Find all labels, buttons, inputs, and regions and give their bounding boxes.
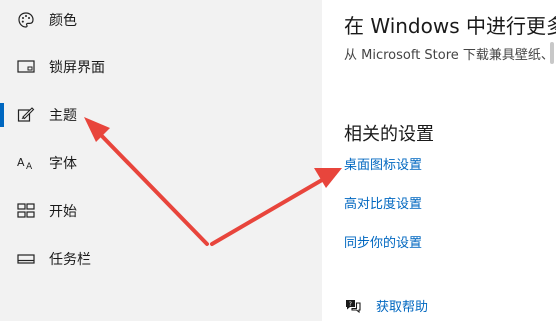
get-help-label: 获取帮助 — [376, 300, 429, 315]
sidebar-item-lock-screen[interactable]: 锁屏界面 — [0, 47, 322, 87]
lock-screen-icon — [16, 57, 36, 77]
sidebar-item-colors[interactable]: 颜色 — [0, 0, 322, 40]
svg-text:A: A — [17, 156, 25, 169]
svg-text:A: A — [26, 162, 33, 172]
sidebar-item-themes[interactable]: 主题 — [0, 95, 322, 135]
sidebar-item-start[interactable]: 开始 — [0, 191, 322, 231]
help-chat-icon: ? — [344, 298, 362, 314]
theme-brush-icon — [16, 105, 36, 125]
sidebar-item-label: 颜色 — [49, 13, 77, 29]
settings-sidebar: 颜色 锁屏界面 主题 A A 字体 开始 任务栏 — [0, 0, 322, 321]
scrollbar[interactable] — [550, 42, 554, 64]
sidebar-item-fonts[interactable]: A A 字体 — [0, 143, 322, 183]
get-help-link[interactable]: ? 获取帮助 — [344, 296, 428, 315]
start-tiles-icon — [16, 201, 36, 221]
sidebar-item-label: 主题 — [49, 108, 77, 124]
sidebar-item-label: 任务栏 — [49, 252, 91, 268]
svg-text:?: ? — [349, 300, 352, 307]
related-settings-title: 相关的设置 — [344, 124, 434, 145]
sidebar-item-label: 字体 — [49, 156, 77, 172]
palette-icon — [16, 10, 36, 30]
settings-content: 在 Windows 中进行更多 从 Microsoft Store 下载兼具壁纸… — [322, 0, 556, 321]
desktop-icon-settings-link[interactable]: 桌面图标设置 — [344, 154, 422, 173]
font-icon: A A — [16, 153, 36, 173]
taskbar-icon — [16, 249, 36, 269]
sidebar-item-taskbar[interactable]: 任务栏 — [0, 239, 322, 279]
sync-settings-link[interactable]: 同步你的设置 — [344, 232, 422, 251]
sidebar-item-label: 锁屏界面 — [49, 60, 105, 76]
page-description: 从 Microsoft Store 下载兼具壁纸、 — [344, 48, 554, 63]
high-contrast-settings-link[interactable]: 高对比度设置 — [344, 193, 422, 212]
sidebar-item-label: 开始 — [49, 204, 77, 220]
page-heading: 在 Windows 中进行更多 — [344, 14, 556, 38]
